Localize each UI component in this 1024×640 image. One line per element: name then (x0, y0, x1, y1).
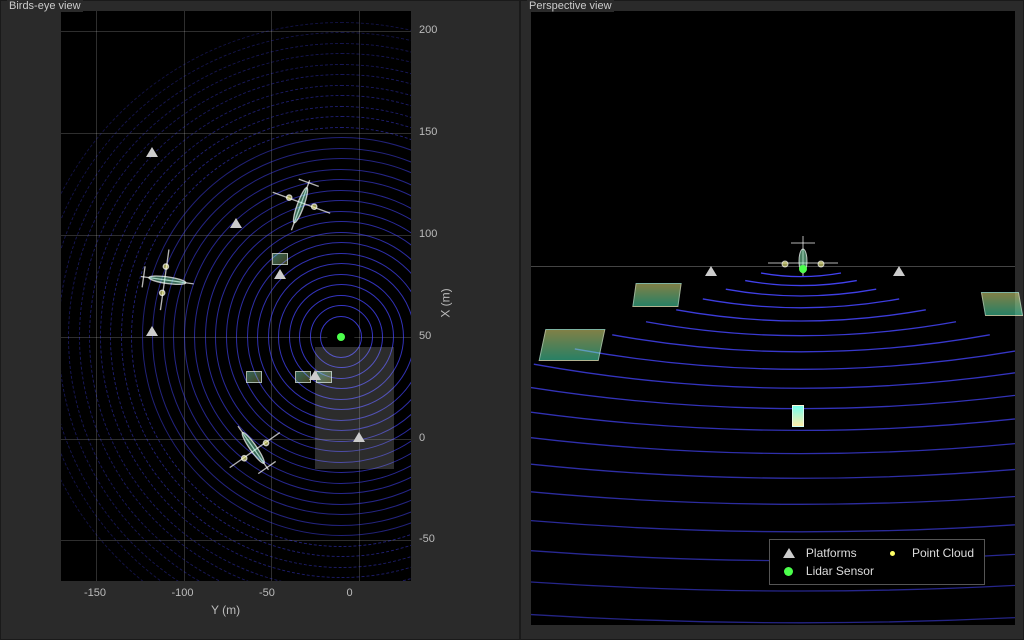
platform-icon (783, 548, 795, 558)
platform-marker (146, 147, 158, 157)
x-tick: 150 (419, 126, 437, 138)
x-tick: -50 (419, 533, 435, 545)
platform-marker (146, 326, 158, 336)
platform-marker (353, 432, 365, 442)
perspective-plot[interactable]: Platforms Point Cloud Lidar Sensor (531, 11, 1015, 625)
birds-eye-title: Birds-eye view (7, 0, 83, 12)
aircraft-front (763, 231, 843, 281)
lidar-ring (61, 22, 411, 581)
terminal-building (315, 347, 394, 469)
x-tick: 0 (419, 432, 425, 444)
y-tick: 0 (347, 587, 353, 599)
perspective-panel: Perspective view (520, 0, 1024, 640)
aircraft (220, 415, 287, 482)
aircraft (268, 171, 335, 238)
y-axis-label: Y (m) (211, 603, 240, 617)
x-tick: 50 (419, 330, 431, 342)
birds-eye-panel: Birds-eye view (0, 0, 520, 640)
platform-marker (274, 269, 286, 279)
ground-vehicle (792, 405, 804, 427)
platform-marker (705, 266, 717, 276)
legend: Platforms Point Cloud Lidar Sensor (769, 539, 985, 585)
platform-marker (230, 218, 242, 228)
y-tick: -150 (84, 587, 106, 599)
y-tick: -100 (172, 587, 194, 599)
platform-marker (309, 370, 321, 380)
legend-pointcloud: Point Cloud (912, 546, 974, 560)
platform-marker (893, 266, 905, 276)
aircraft-front-sensor-dot (799, 265, 807, 273)
legend-lidar: Lidar Sensor (806, 564, 874, 578)
lidar-sensor-icon (784, 567, 793, 576)
y-tick: -50 (259, 587, 275, 599)
aircraft (133, 246, 200, 313)
x-tick: 100 (419, 228, 437, 240)
ground-vehicle (246, 371, 262, 383)
lidar-sensor-marker (337, 333, 345, 341)
point-cloud-icon (890, 551, 895, 556)
lidar-arcs (531, 11, 1015, 625)
ground-vehicle (272, 253, 288, 265)
legend-platforms: Platforms (806, 546, 874, 560)
x-tick: 200 (419, 24, 437, 36)
x-axis-label: X (m) (439, 288, 453, 317)
birds-eye-plot[interactable] (61, 11, 411, 581)
perspective-title: Perspective view (527, 0, 614, 12)
